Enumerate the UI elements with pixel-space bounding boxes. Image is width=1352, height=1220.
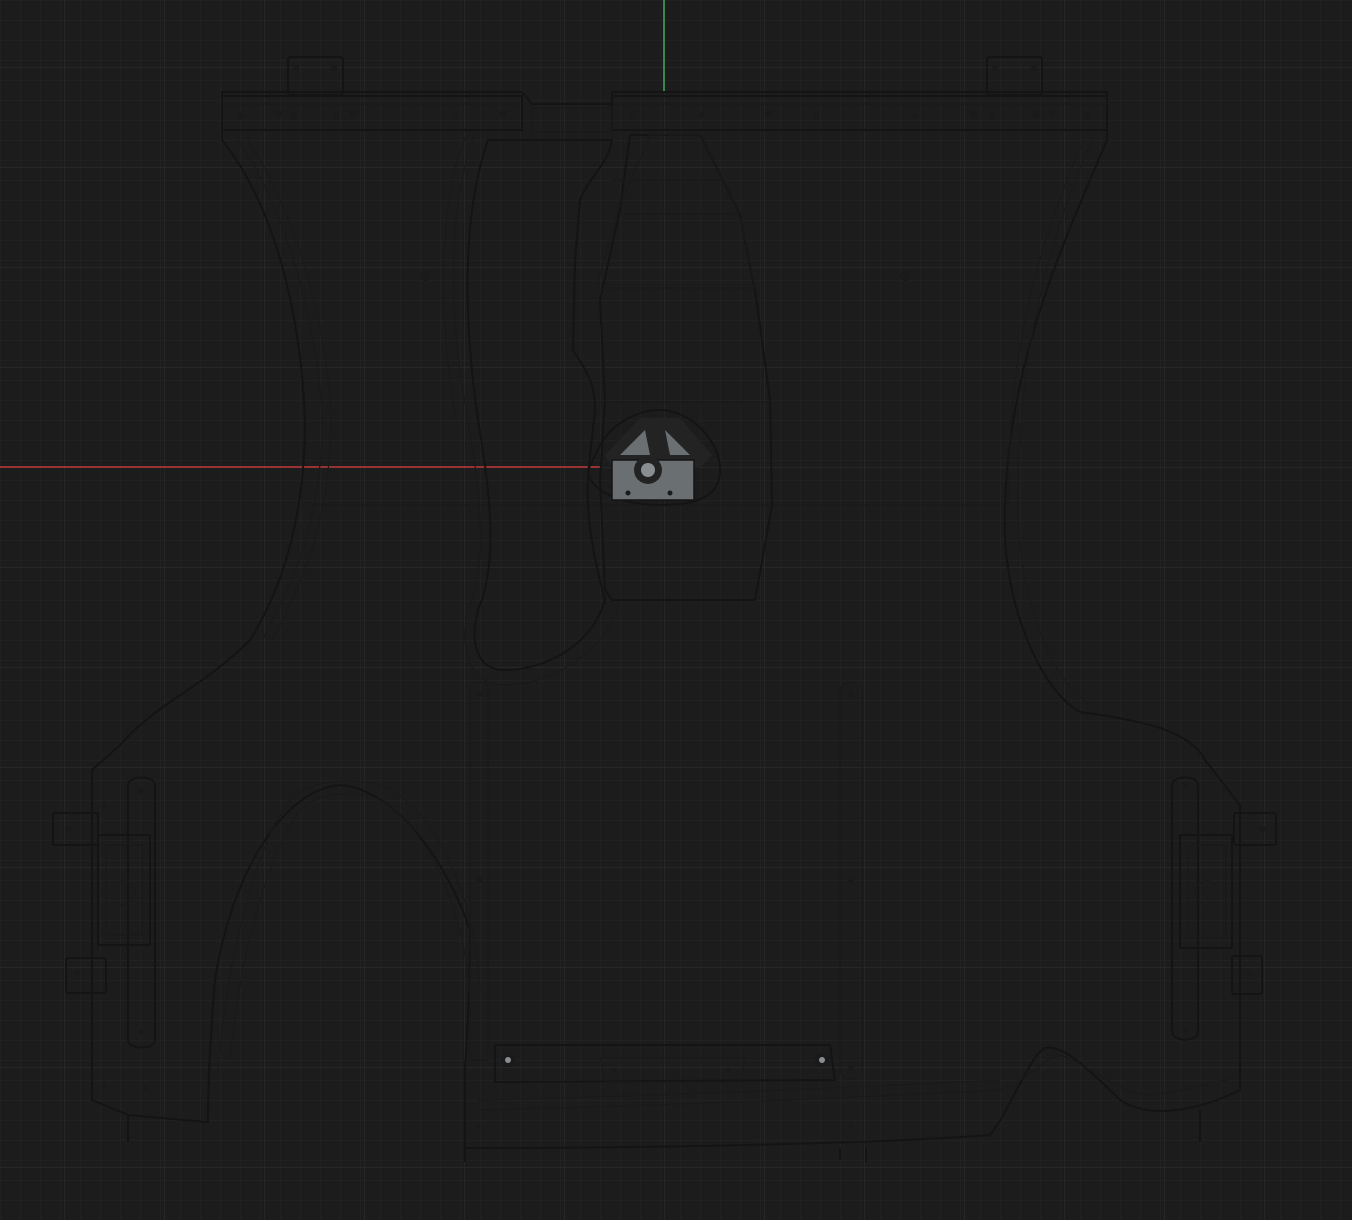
- viewport-canvas[interactable]: [0, 0, 1352, 1220]
- cad-viewport[interactable]: [0, 0, 1352, 1220]
- locating-hole-left: [420, 271, 430, 281]
- locating-hole-right: [900, 271, 910, 281]
- grid-major: [0, 0, 1352, 1220]
